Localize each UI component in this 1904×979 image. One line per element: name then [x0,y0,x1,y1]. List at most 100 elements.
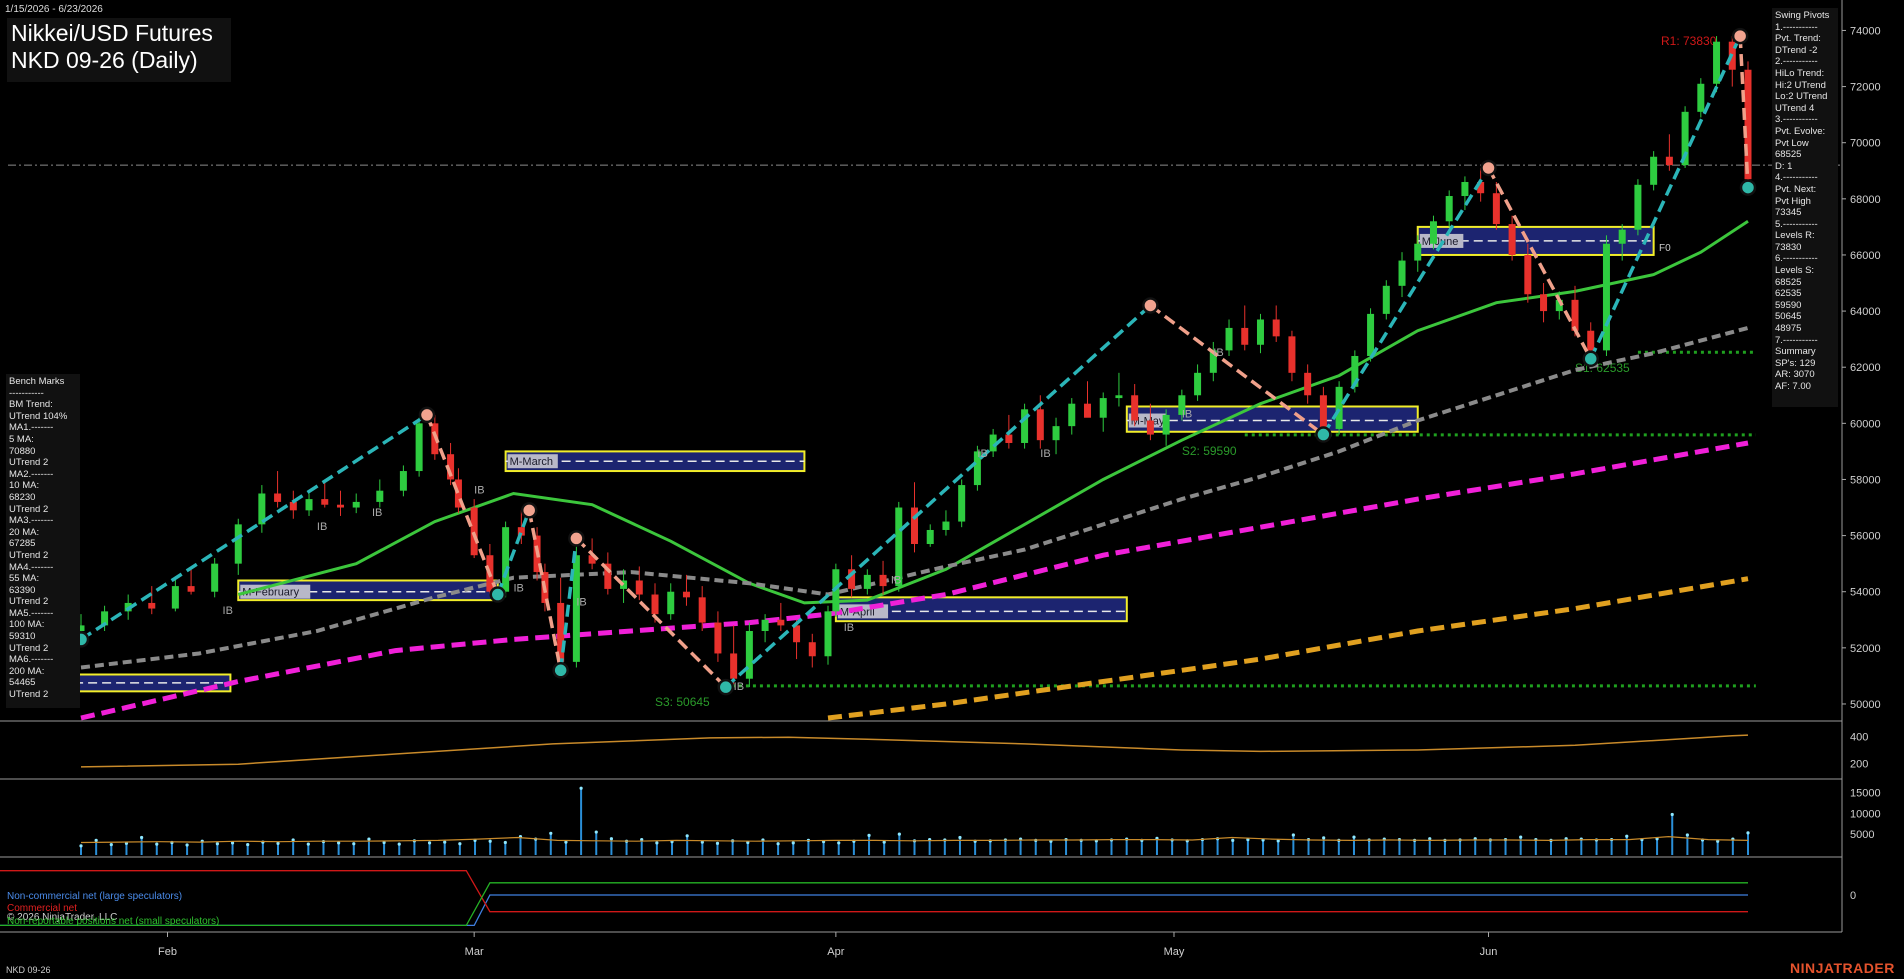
volume-dot [1625,834,1629,838]
benchmarks-line: 55 MA: [9,573,40,585]
benchmarks-line: 5 MA: [9,433,34,445]
candle-body [682,591,690,598]
legend-noncommercial: Non-commercial net (large speculators) [7,891,183,902]
swing-pivots-line: 7.----------- [1775,334,1818,346]
benchmarks-line: BM Trend: [9,399,53,411]
benchmarks-line: MA5.------- [9,607,54,619]
volume-tick-label: 10000 [1850,808,1881,820]
swing-line [1321,167,1491,436]
swing-pivots-line: UTrend 4 [1775,102,1815,114]
volume-dot [791,841,795,845]
ib-label: IB [223,605,233,617]
benchmarks-line: UTrend 2 [9,457,49,469]
indicator-panel: 200 400 [80,732,1868,771]
candle-body [171,586,179,609]
swing-pivots-line: Lo:2 UTrend [1775,91,1828,103]
swing-pivots-line: 59590 [1775,299,1802,311]
candle-body [1272,319,1280,337]
volume-dot [488,839,492,843]
contract-name: NKD 09-26 (Daily) [11,47,198,73]
candle-body [761,619,769,632]
benchmarks-line: MA4.------- [9,561,54,573]
swing-pivots-line: HiLo Trend: [1775,67,1825,79]
y-tick-label: 58000 [1850,474,1881,486]
volume-dot [367,837,371,841]
swing-pivots-line: 1.----------- [1775,21,1818,33]
candle-body [879,574,887,587]
volume-dot [776,842,780,846]
benchmarks-line: UTrend 2 [9,642,49,654]
candle-body [399,471,407,491]
volume-dot [594,830,598,834]
candle-body [321,499,329,505]
volume-dot [1231,838,1235,843]
candle-body [502,527,510,592]
cot-tick-label: 0 [1850,890,1856,902]
volume-panel: 5000 10000 15000 [79,786,1881,855]
cot-series-line [0,870,1748,913]
swing-pivots-line: Pvt. Trend: [1775,33,1821,45]
benchmarks-line: Bench Marks [9,376,65,387]
ib-label: IB [734,681,744,693]
indicator-line [80,734,1749,768]
benchmarks-line: 20 MA: [9,526,40,538]
candle-body [1382,285,1390,314]
candle-body [305,499,313,511]
cot-panel: 0 [0,870,1856,927]
candle-body [1256,319,1264,345]
y-tick-label: 70000 [1850,138,1881,150]
pivot-high-marker [1142,297,1159,314]
candle-body [1634,184,1642,230]
chart-title-box: Nikkei/USD Futures NKD 09-26 (Daily) [7,18,231,82]
candle-body [1618,229,1626,244]
candle-body [1288,336,1296,373]
candle-body [1335,386,1343,429]
swing-pivots-line: Levels S: [1775,265,1815,277]
swing-pivots-line: Summary [1775,346,1816,358]
pivot-low-marker [489,586,506,603]
candle-body [698,597,706,623]
swing-pivots-line: 73345 [1775,207,1802,219]
candle-body [1115,395,1123,399]
candle-body [148,602,156,609]
benchmarks-line: MA6.------- [9,654,54,666]
swing-pivots-line: 62535 [1775,288,1802,300]
benchmarks-line: 59310 [9,631,36,643]
swing-pivots-line: 68525 [1775,276,1802,288]
swing-pivots-line: AR: 3070 [1775,369,1815,381]
pivot-high-marker [520,502,538,519]
swing-pivots-line: 73830 [1775,241,1802,253]
indicator-tick-label: 400 [1850,732,1868,744]
volume-dot [443,840,447,844]
candle-body [1602,243,1610,351]
y-tick-label: 72000 [1850,82,1881,94]
candle-body [1052,426,1060,441]
candle-body [1492,193,1500,225]
chart-canvas[interactable]: S1: 62535S2: 59590S3: 50645R1: 73830M-Fe… [0,0,1904,979]
swing-pivots-line: 50645 [1775,311,1802,323]
volume-dot [503,840,507,845]
swing-pivots-line: 6.----------- [1775,253,1818,265]
volume-dot [94,838,98,843]
legend-nonreportable: Non-reportable positions net (small spec… [7,916,220,927]
benchmarks-line: 54465 [9,677,36,689]
candle-body [1713,41,1721,84]
swing-pivots-line: Pvt. Next: [1775,183,1817,195]
volume-dot [1685,833,1689,837]
swing-pivots-line: Pvt Low [1775,137,1809,149]
swing-pivots-line: 68525 [1775,149,1802,161]
candle-body [745,631,753,679]
volume-dot [352,842,356,846]
pivot-low-marker [1582,350,1599,368]
benchmarks-line: UTrend 2 [9,596,49,608]
candle-body [1587,330,1595,351]
volume-dot [685,834,689,838]
candle-body [714,622,722,654]
candle-body [1241,327,1249,345]
swing-pivots-line: Hi:2 UTrend [1775,79,1826,91]
swing-pivots-line: 2.----------- [1775,56,1818,68]
ib-label: IB [1213,347,1223,359]
ib-label: IB [977,448,987,460]
candle-body [1508,224,1516,255]
volume-dot [897,832,901,836]
